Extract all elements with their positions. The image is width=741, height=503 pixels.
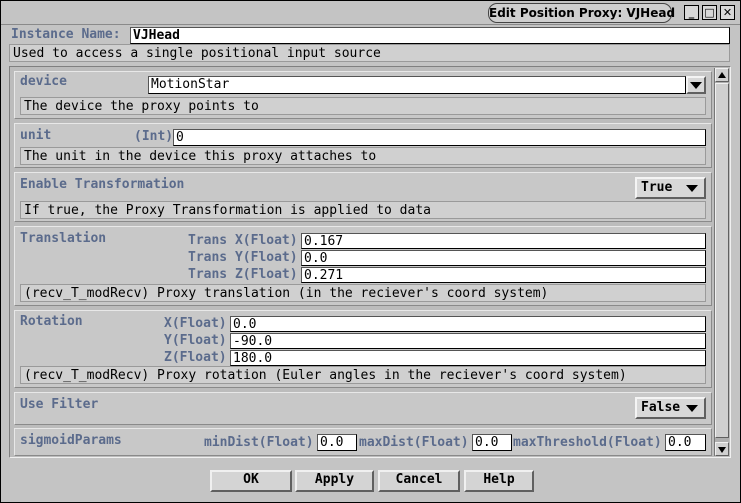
unit-description: The unit in the device this proxy attach… (20, 147, 706, 165)
minimize-icon[interactable]: _ (684, 5, 699, 20)
max-dist-label: maxDist(Float) (359, 435, 469, 450)
close-icon[interactable]: ✕ (720, 5, 735, 20)
rot-y-input[interactable]: -90.0 (230, 333, 706, 349)
help-button[interactable]: Help (464, 470, 534, 492)
sigmoid-params-label: sigmoidParams (20, 433, 122, 448)
enable-transformation-description: If true, the Proxy Transformation is app… (20, 201, 706, 219)
min-dist-label: minDist(Float) (204, 435, 314, 450)
device-combo-input[interactable]: MotionStar (148, 76, 686, 94)
enable-transformation-select[interactable]: True (635, 177, 706, 199)
max-dist-input[interactable]: 0.0 (472, 434, 512, 451)
maximize-icon[interactable]: □ (702, 5, 717, 20)
device-description: The device the proxy points to (20, 97, 706, 115)
use-filter-select[interactable]: False (635, 397, 706, 419)
trans-z-input[interactable]: 0.271 (301, 267, 706, 283)
arrow-up-icon (718, 72, 726, 78)
rotation-description: (recv_T_modRecv) Proxy rotation (Euler a… (20, 366, 706, 384)
instance-name-label: Instance Name: (11, 27, 121, 42)
dialog-window: Edit Position Proxy: VJHead _ □ ✕ Instan… (0, 0, 741, 503)
trans-y-label: Trans Y(Float) (188, 250, 298, 265)
min-dist-input[interactable]: 0.0 (317, 434, 357, 451)
rot-x-label: X(Float) (164, 316, 227, 331)
translation-label: Translation (20, 231, 107, 246)
rot-x-input[interactable]: 0.0 (230, 316, 706, 332)
use-filter-label: Use Filter (20, 397, 99, 412)
scroll-down-button[interactable] (715, 442, 729, 456)
trans-y-input[interactable]: 0.0 (301, 250, 706, 266)
use-filter-value: False (641, 400, 681, 415)
max-threshold-label: maxThreshold(Float) (513, 435, 662, 450)
instance-name-input[interactable]: VJHead (130, 27, 730, 44)
rot-z-input[interactable]: 180.0 (230, 350, 706, 366)
rot-y-label: Y(Float) (164, 333, 227, 348)
rot-z-label: Z(Float) (164, 350, 227, 365)
unit-input[interactable]: 0 (173, 129, 706, 146)
scroll-up-button[interactable] (715, 68, 729, 82)
arrow-down-icon (718, 447, 726, 453)
chevron-down-icon (686, 405, 698, 412)
unit-type-label: (Int) (134, 129, 174, 144)
chevron-down-icon (690, 82, 702, 89)
title-bar[interactable]: Edit Position Proxy: VJHead _ □ ✕ (1, 1, 740, 25)
rotation-label: Rotation (20, 314, 83, 329)
instance-description: Used to access a single positional input… (9, 44, 730, 62)
trans-x-input[interactable]: 0.167 (301, 233, 706, 249)
window-title: Edit Position Proxy: VJHead (488, 3, 675, 23)
unit-label: unit (20, 128, 52, 143)
chevron-down-icon (686, 185, 698, 192)
cancel-button[interactable]: Cancel (378, 470, 460, 492)
trans-x-label: Trans X(Float) (188, 233, 298, 248)
ok-button[interactable]: OK (210, 470, 292, 492)
apply-button[interactable]: Apply (295, 470, 374, 492)
use-filter-panel (14, 392, 712, 425)
max-threshold-input[interactable]: 0.0 (665, 434, 706, 451)
enable-transformation-value: True (641, 180, 673, 195)
enable-transformation-label: Enable Transformation (20, 177, 185, 192)
translation-description: (recv_T_modRecv) Proxy translation (in t… (20, 284, 706, 302)
trans-z-label: Trans Z(Float) (188, 267, 298, 282)
scroll-thumb[interactable] (715, 83, 729, 438)
device-label: device (20, 74, 67, 89)
device-dropdown-button[interactable] (686, 76, 706, 94)
